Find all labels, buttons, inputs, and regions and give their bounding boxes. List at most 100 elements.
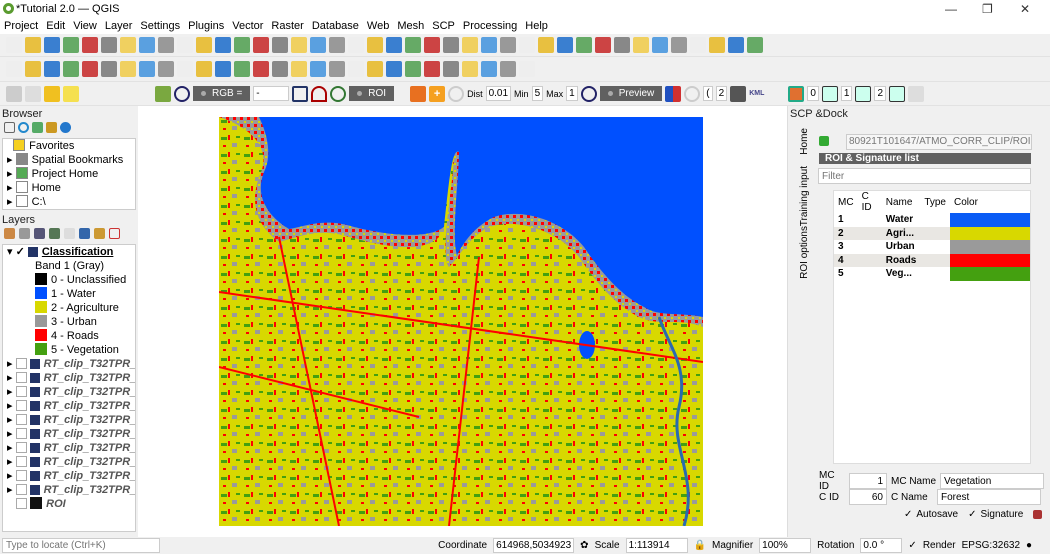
zoom-preview-icon[interactable] bbox=[580, 85, 597, 102]
render-checkbox[interactable]: ✓ bbox=[908, 540, 916, 551]
layer-checkbox[interactable] bbox=[15, 386, 27, 397]
toolbar-tool-icon[interactable] bbox=[348, 37, 364, 53]
filter-input[interactable] bbox=[818, 168, 1031, 184]
toolbar-tool-icon[interactable] bbox=[595, 37, 611, 53]
browser-item[interactable]: ▸ Home bbox=[7, 181, 135, 195]
toolbar-tool-icon[interactable] bbox=[291, 61, 307, 77]
toolbar-tool-icon[interactable] bbox=[462, 61, 478, 77]
signature-checkbox[interactable]: ✓ bbox=[968, 509, 976, 520]
toolbar-tool-icon[interactable] bbox=[405, 37, 421, 53]
toolbar-tool-icon[interactable] bbox=[747, 37, 763, 53]
menu-settings[interactable]: Settings bbox=[136, 20, 184, 32]
coordinate-field[interactable]: 614968,5034923 bbox=[493, 538, 575, 553]
layer-raster[interactable]: ▸ RT_clip_T32TPR_ bbox=[7, 455, 135, 469]
toolbar-tool-icon[interactable] bbox=[177, 61, 193, 77]
select-icon[interactable] bbox=[6, 85, 22, 102]
toolbar-tool-icon[interactable] bbox=[367, 61, 383, 77]
layer-raster[interactable]: ▸ RT_clip_T32TPR_ bbox=[7, 483, 135, 497]
max-input[interactable]: 1 bbox=[566, 86, 578, 101]
menu-web[interactable]: Web bbox=[363, 20, 393, 32]
layer-checkbox[interactable] bbox=[15, 470, 27, 481]
signature-row[interactable]: 2 Agri... bbox=[834, 226, 1030, 240]
column-header[interactable]: MC bbox=[834, 191, 858, 213]
mc-id-input[interactable] bbox=[849, 473, 887, 489]
signature-plot-icon[interactable] bbox=[1033, 510, 1043, 519]
menu-raster[interactable]: Raster bbox=[267, 20, 307, 32]
column-header[interactable]: C ID bbox=[857, 191, 882, 213]
signature-row[interactable]: 4 Roads bbox=[834, 253, 1030, 267]
tab-training-input[interactable]: Training input bbox=[799, 166, 810, 226]
layer-raster[interactable]: ▸ RT_clip_T32TPR_ bbox=[7, 413, 135, 427]
toolbar-tool-icon[interactable] bbox=[139, 61, 155, 77]
toolbar-tool-icon[interactable] bbox=[709, 37, 725, 53]
transparency-input[interactable]: ( bbox=[703, 86, 713, 101]
restore-button[interactable]: ❐ bbox=[982, 2, 993, 16]
toolbar-tool-icon[interactable] bbox=[44, 37, 60, 53]
toolbar-tool-icon[interactable] bbox=[101, 61, 117, 77]
mc-name-input[interactable] bbox=[940, 473, 1045, 489]
color-cell[interactable] bbox=[950, 226, 1030, 240]
toolbar-tool-icon[interactable] bbox=[652, 37, 668, 53]
training-file-path[interactable]: 80921T101647/ATMO_CORR_CLIP/ROI.scp bbox=[846, 134, 1032, 150]
roi-polygon-icon[interactable] bbox=[410, 85, 427, 102]
toolbar-tool-icon[interactable] bbox=[405, 61, 421, 77]
color-cell[interactable] bbox=[950, 240, 1030, 254]
layer-classification[interactable]: ▾ ✓ Classification bbox=[7, 245, 135, 259]
toolbar-tool-icon[interactable] bbox=[538, 37, 554, 53]
toolbar-tool-icon[interactable] bbox=[272, 37, 288, 53]
toolbar-tool-icon[interactable] bbox=[367, 37, 383, 53]
lock-icon[interactable]: 🔒 bbox=[694, 540, 706, 551]
toolbar-tool-icon[interactable] bbox=[253, 61, 269, 77]
scale-field[interactable]: 1:113914 bbox=[625, 538, 688, 553]
toolbar-tool-icon[interactable] bbox=[728, 37, 744, 53]
menu-plugins[interactable]: Plugins bbox=[184, 20, 228, 32]
stretch-icon[interactable] bbox=[292, 85, 309, 102]
toolbar-tool-icon[interactable] bbox=[348, 61, 364, 77]
c-id-input[interactable] bbox=[849, 489, 887, 505]
toolbar-tool-icon[interactable] bbox=[44, 61, 60, 77]
toolbar-tool-icon[interactable] bbox=[633, 37, 649, 53]
toolbar-tool-icon[interactable] bbox=[6, 61, 22, 77]
layer-checkbox[interactable] bbox=[15, 358, 27, 369]
toolbar-tool-icon[interactable] bbox=[576, 37, 592, 53]
toolbar-tool-icon[interactable] bbox=[196, 37, 212, 53]
menu-view[interactable]: View bbox=[69, 20, 101, 32]
open-icon[interactable] bbox=[819, 136, 829, 146]
messages-icon[interactable]: ● bbox=[1026, 540, 1050, 551]
grid-icon[interactable] bbox=[908, 85, 925, 102]
toolbar-tool-icon[interactable] bbox=[177, 37, 193, 53]
menu-edit[interactable]: Edit bbox=[42, 20, 69, 32]
dist-input[interactable]: 0.01 bbox=[485, 86, 512, 101]
toolbar-tool-icon[interactable] bbox=[671, 37, 687, 53]
add-icon[interactable] bbox=[4, 122, 15, 133]
toolbar-tool-icon[interactable] bbox=[63, 61, 79, 77]
toolbar-tool-icon[interactable] bbox=[120, 61, 136, 77]
close-button[interactable]: ✕ bbox=[1020, 2, 1030, 16]
layer-raster[interactable]: ▸ RT_clip_T32TPR_ bbox=[7, 399, 135, 413]
stddev-icon[interactable] bbox=[311, 85, 328, 102]
browser-item[interactable]: ▸ Spatial Bookmarks bbox=[7, 153, 135, 167]
menu-mesh[interactable]: Mesh bbox=[393, 20, 428, 32]
toolbar-tool-icon[interactable] bbox=[82, 61, 98, 77]
layer-checkbox[interactable] bbox=[15, 456, 27, 467]
toolbar-tool-icon[interactable] bbox=[63, 37, 79, 53]
map-canvas[interactable] bbox=[138, 106, 787, 537]
menu-project[interactable]: Project bbox=[0, 20, 42, 32]
size-input[interactable]: 2 bbox=[715, 86, 728, 101]
next-band-icon[interactable] bbox=[821, 85, 838, 102]
zoom-roi-icon[interactable] bbox=[330, 85, 347, 102]
c-name-input[interactable] bbox=[937, 489, 1041, 505]
column-header[interactable]: Type bbox=[920, 191, 950, 213]
preview-icon[interactable] bbox=[665, 85, 682, 102]
layer-raster[interactable]: ▸ RT_clip_T32TPR_ bbox=[7, 441, 135, 455]
tab-home[interactable]: Home bbox=[799, 128, 810, 155]
layer-checkbox[interactable] bbox=[16, 498, 28, 509]
table-icon[interactable] bbox=[25, 85, 41, 102]
browser-item[interactable]: ▸ C:\ bbox=[7, 195, 135, 209]
toolbar-tool-icon[interactable] bbox=[291, 37, 307, 53]
toolbar-tool-icon[interactable] bbox=[25, 37, 41, 53]
color-cell[interactable] bbox=[950, 213, 1030, 227]
toolbar-tool-icon[interactable] bbox=[215, 61, 231, 77]
column-header[interactable]: Color bbox=[950, 191, 1030, 213]
signature-row[interactable]: 5 Veg... bbox=[834, 267, 1030, 281]
